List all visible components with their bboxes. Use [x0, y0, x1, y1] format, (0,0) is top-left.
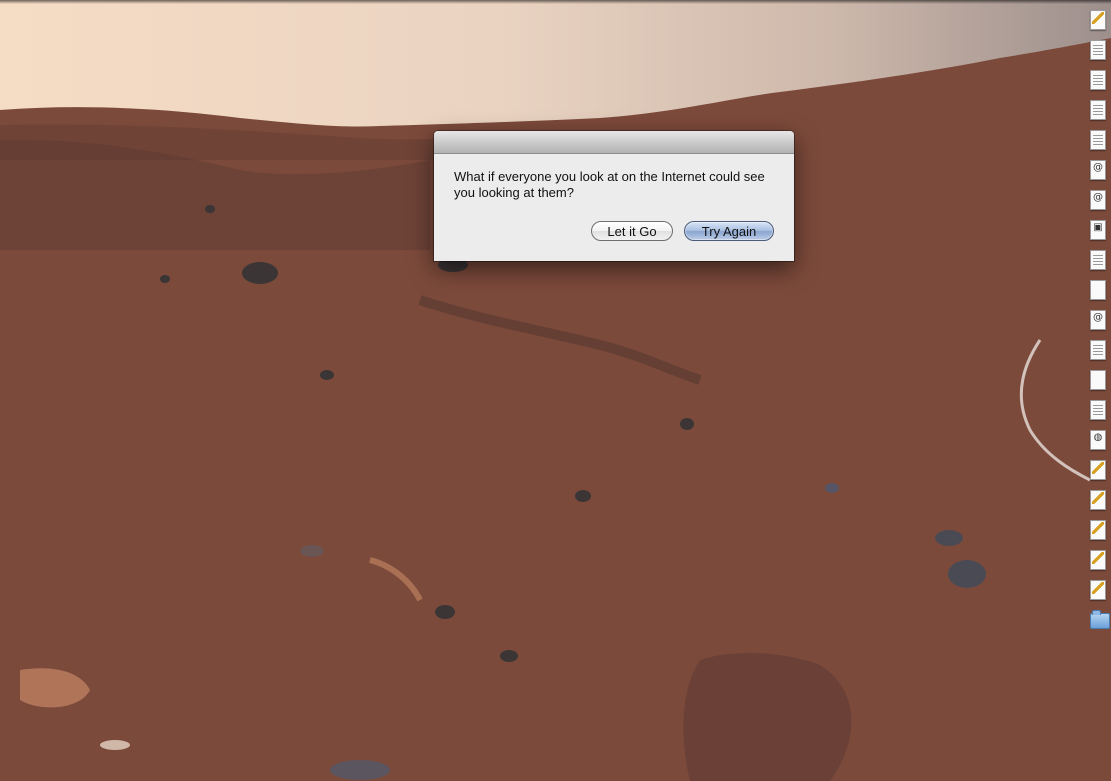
- script-document-icon[interactable]: [1090, 550, 1106, 570]
- folder-icon[interactable]: [1090, 610, 1110, 630]
- text-document-icon[interactable]: [1090, 40, 1106, 60]
- blank-document-icon[interactable]: [1090, 370, 1106, 390]
- blank-document-icon[interactable]: [1090, 280, 1106, 300]
- rock: [575, 490, 591, 502]
- menu-bar-shadow: [0, 0, 1111, 4]
- let-it-go-button[interactable]: Let it Go: [591, 221, 673, 241]
- image-document-icon[interactable]: ▣: [1090, 220, 1106, 240]
- rock: [935, 530, 963, 546]
- script-document-icon[interactable]: [1090, 490, 1106, 510]
- script-document-icon[interactable]: [1090, 10, 1106, 30]
- dialog-message: What if everyone you look at on the Inte…: [454, 169, 765, 200]
- dialog-titlebar[interactable]: [434, 131, 794, 154]
- desktop: @ @ ▣ @ ◍ What if everyone you look at o…: [0, 0, 1111, 781]
- text-document-icon[interactable]: [1090, 100, 1106, 120]
- rock: [330, 760, 390, 780]
- rock: [100, 740, 130, 750]
- rock: [242, 262, 278, 284]
- text-document-icon[interactable]: [1090, 340, 1106, 360]
- rock: [435, 605, 455, 619]
- rock: [680, 418, 694, 430]
- internet-location-icon[interactable]: @: [1090, 310, 1106, 330]
- internet-location-icon[interactable]: @: [1090, 190, 1106, 210]
- rock: [160, 275, 170, 283]
- script-document-icon[interactable]: [1090, 520, 1106, 540]
- try-again-button[interactable]: Try Again: [684, 221, 774, 241]
- text-document-icon[interactable]: [1090, 130, 1106, 150]
- rock: [205, 205, 215, 213]
- internet-location-icon[interactable]: @: [1090, 160, 1106, 180]
- rock: [948, 560, 986, 588]
- text-document-icon[interactable]: [1090, 250, 1106, 270]
- rock: [300, 545, 324, 557]
- text-document-icon[interactable]: [1090, 70, 1106, 90]
- text-document-icon[interactable]: [1090, 400, 1106, 420]
- rock: [825, 483, 839, 493]
- script-document-icon[interactable]: [1090, 460, 1106, 480]
- alert-dialog: What if everyone you look at on the Inte…: [434, 131, 794, 261]
- wallpaper-terrain: [0, 38, 1111, 781]
- web-location-icon[interactable]: ◍: [1090, 430, 1106, 450]
- rock: [320, 370, 334, 380]
- rock: [500, 650, 518, 662]
- script-document-icon[interactable]: [1090, 580, 1106, 600]
